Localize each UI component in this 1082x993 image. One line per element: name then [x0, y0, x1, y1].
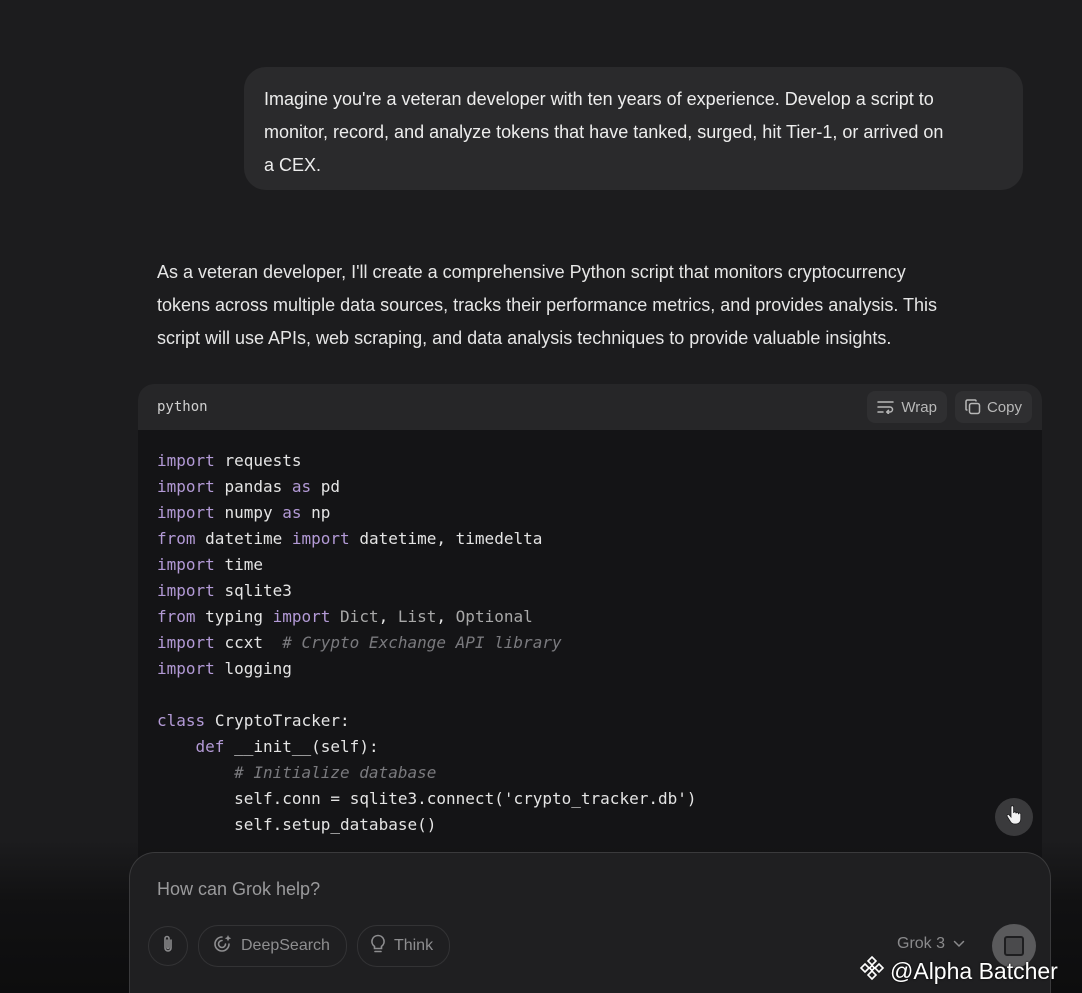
- code-line: import sqlite3: [157, 581, 292, 600]
- code-line: from typing import Dict, List, Optional: [157, 607, 533, 626]
- model-selector[interactable]: Grok 3: [897, 935, 965, 953]
- deepsearch-button[interactable]: DeepSearch: [198, 925, 347, 967]
- code-body: import requests import pandas as pd import…: [138, 430, 1042, 838]
- code-block-header: python Wrap Copy: [138, 384, 1042, 430]
- chevron-down-icon: [953, 935, 965, 953]
- assistant-intro-line: script will use APIs, web scraping, and …: [157, 328, 892, 348]
- assistant-intro-line: As a veteran developer, I'll create a co…: [157, 262, 906, 282]
- wrap-button[interactable]: Wrap: [867, 391, 947, 423]
- code-line: import time: [157, 555, 263, 574]
- code-line: import pandas as pd: [157, 477, 341, 496]
- code-line: self.setup_database(): [234, 815, 437, 834]
- paperclip-icon: [161, 934, 175, 959]
- attach-button[interactable]: [148, 926, 188, 966]
- watermark-text: @Alpha Batcher: [890, 957, 1058, 984]
- code-line: class CryptoTracker:: [157, 711, 350, 730]
- user-message-line: Imagine you're a veteran developer with …: [264, 89, 934, 109]
- code-line: import numpy as np: [157, 503, 331, 522]
- lightbulb-icon: [370, 934, 386, 959]
- stop-icon: [1004, 936, 1024, 956]
- prompt-input[interactable]: How can Grok help?: [157, 879, 320, 900]
- code-line: self.conn = sqlite3.connect('crypto_trac…: [234, 789, 697, 808]
- think-label: Think: [393, 937, 434, 954]
- watermark: @Alpha Batcher: [858, 954, 1058, 988]
- code-line: import ccxt # Crypto Exchange API librar…: [157, 633, 562, 652]
- deepsearch-icon: [211, 934, 233, 959]
- assistant-intro: As a veteran developer, I'll create a co…: [157, 256, 1037, 355]
- code-line: import requests: [157, 451, 302, 470]
- copy-button[interactable]: Copy: [954, 391, 1032, 423]
- copy-label: Copy: [986, 398, 1022, 416]
- user-message-line: a CEX.: [264, 155, 322, 175]
- deepsearch-label: DeepSearch: [241, 937, 330, 954]
- code-line: import logging: [157, 659, 292, 678]
- think-button[interactable]: Think: [356, 925, 451, 967]
- wrap-icon: [877, 400, 895, 414]
- code-language-label: python: [157, 399, 208, 415]
- composer-tools: DeepSearch Think: [148, 925, 451, 967]
- user-message-bubble: Imagine you're a veteran developer with …: [244, 67, 1023, 190]
- user-message-line: monitor, record, and analyze tokens that…: [264, 122, 944, 142]
- chat-page: Imagine you're a veteran developer with …: [0, 0, 1082, 993]
- hand-pointer-icon: [1005, 804, 1023, 830]
- copy-icon: [965, 399, 981, 415]
- code-line: from datetime import datetime, timedelta: [157, 529, 543, 548]
- code-line: # Initialize database: [234, 763, 437, 782]
- scroll-to-bottom-button[interactable]: [995, 798, 1033, 836]
- code-actions: Wrap Copy: [867, 391, 1032, 423]
- binance-logo-icon: [858, 954, 886, 988]
- wrap-label: Wrap: [901, 398, 937, 416]
- code-block: python Wrap Copy import requests import …: [138, 384, 1042, 904]
- assistant-intro-line: tokens across multiple data sources, tra…: [157, 295, 937, 315]
- code-line: def __init__(self):: [195, 737, 379, 756]
- model-label: Grok 3: [897, 935, 946, 952]
